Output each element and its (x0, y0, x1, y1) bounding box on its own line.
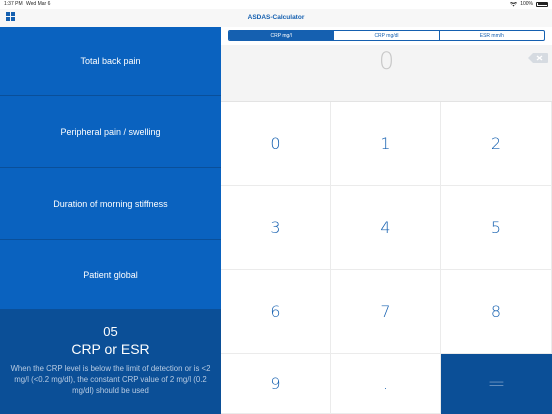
calculator-panel: CRP mg/l CRP mg/dl ESR mm/h 0 0 1 2 3 4 … (221, 27, 552, 414)
sidebar-item-label: Total back pain (80, 56, 141, 66)
sidebar-item-patient-global[interactable]: Patient global (0, 240, 221, 310)
sidebar-item-label: Peripheral pain / swelling (60, 126, 161, 137)
wifi-icon (510, 1, 518, 6)
status-right: 100% (510, 1, 548, 7)
key-4[interactable]: 4 (331, 186, 441, 270)
step-name: CRP or ESR (71, 341, 150, 357)
key-1[interactable]: 1 (331, 102, 441, 186)
key-9[interactable]: 9 (221, 354, 331, 414)
sidebar-item-peripheral-pain[interactable]: Peripheral pain / swelling (0, 96, 221, 168)
key-2[interactable]: 2 (441, 102, 552, 186)
key-5[interactable]: 5 (441, 186, 552, 270)
key-equals[interactable]: = (441, 354, 552, 414)
keypad: 0 1 2 3 4 5 6 7 8 9 . = (221, 102, 552, 414)
unit-selector: CRP mg/l CRP mg/dl ESR mm/h (228, 30, 545, 41)
unit-crp-mgl[interactable]: CRP mg/l (229, 31, 334, 40)
step-number: 05 (103, 324, 118, 339)
sidebar-item-label: Patient global (83, 269, 138, 280)
sidebar-item-total-back-pain[interactable]: Total back pain (0, 27, 221, 96)
key-decimal[interactable]: . (331, 354, 441, 414)
key-0[interactable]: 0 (221, 102, 331, 186)
display-value: 0 (378, 47, 395, 75)
status-time: 1:37 PM (4, 1, 23, 7)
key-6[interactable]: 6 (221, 270, 331, 354)
key-8[interactable]: 8 (441, 270, 552, 354)
status-date: Wed Mar 6 (26, 1, 51, 7)
key-7[interactable]: 7 (331, 270, 441, 354)
step-hint: When the CRP level is below the limit of… (10, 364, 211, 395)
app-title: ASDAS-Calculator (247, 14, 305, 21)
battery-percent: 100% (520, 1, 533, 7)
backspace-icon[interactable] (527, 52, 549, 64)
navigation-bar: ASDAS-Calculator (0, 9, 552, 27)
sidebar-item-label: Duration of morning stiffness (53, 198, 168, 209)
unit-esr-mmh[interactable]: ESR mm/h (438, 31, 544, 40)
sidebar-item-crp-esr[interactable]: 05 CRP or ESR When the CRP level is belo… (0, 310, 221, 414)
unit-crp-mgdl[interactable]: CRP mg/dl (333, 31, 438, 40)
status-bar: 1:37 PM Wed Mar 6 100% (0, 0, 552, 9)
sidebar-item-morning-stiffness[interactable]: Duration of morning stiffness (0, 168, 221, 240)
battery-icon (536, 1, 548, 7)
key-3[interactable]: 3 (221, 186, 331, 270)
value-display: 0 (221, 45, 552, 102)
